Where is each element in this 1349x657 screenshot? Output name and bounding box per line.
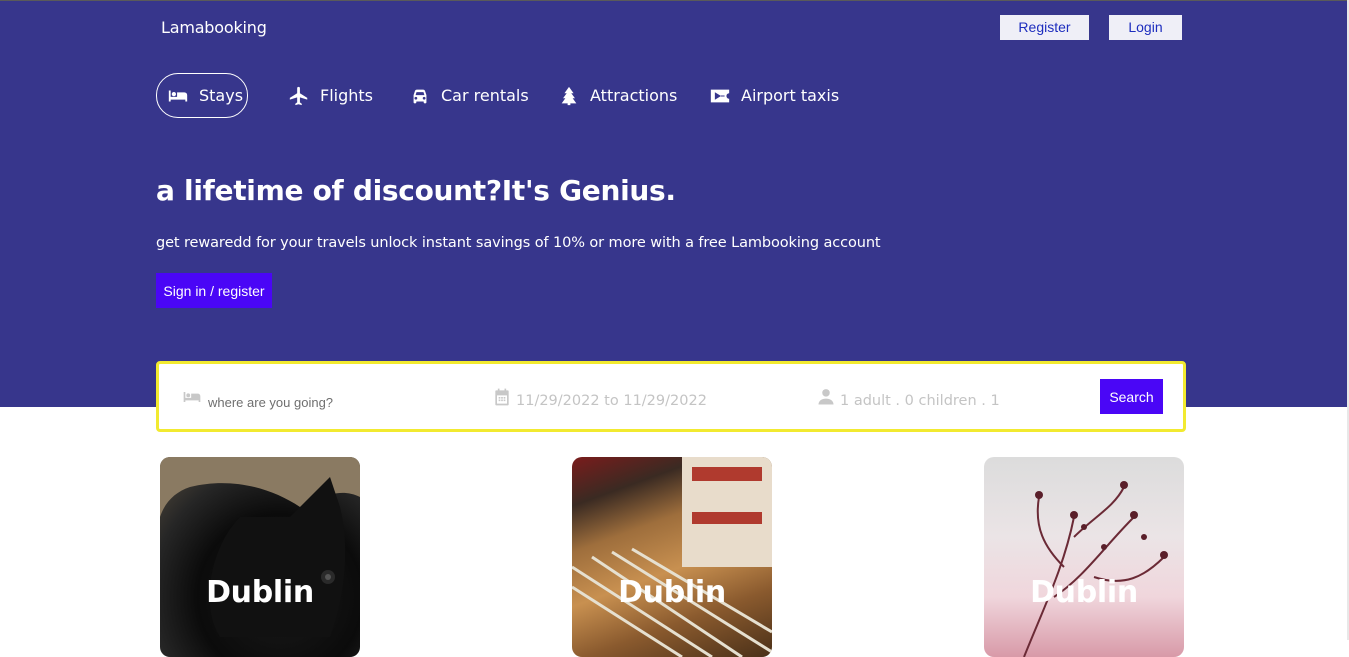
featured-image: [572, 457, 772, 657]
bed-icon: [167, 85, 189, 107]
featured-image: [160, 457, 360, 657]
city-name: Dublin: [206, 575, 314, 610]
nav-item-flights[interactable]: Flights: [288, 73, 373, 118]
destination-field[interactable]: [180, 364, 428, 429]
date-range-text[interactable]: 11/29/2022 to 11/29/2022: [516, 393, 707, 409]
search-bar: 11/29/2022 to 11/29/2022 1 adult . 0 chi…: [156, 361, 1186, 432]
nav-item-stays[interactable]: Stays: [156, 73, 248, 118]
hero-title: a lifetime of discount?It's Genius.: [156, 174, 676, 207]
city-name: Dublin: [618, 575, 726, 610]
nav-item-label: Flights: [320, 86, 373, 105]
car-icon: [409, 85, 431, 107]
plane-icon: [288, 85, 310, 107]
calendar-icon: [492, 386, 512, 408]
search-button[interactable]: Search: [1100, 379, 1163, 414]
options-text[interactable]: 1 adult . 0 children . 1: [840, 393, 1000, 409]
featured-card[interactable]: Dublin: [572, 457, 772, 657]
brand-logo[interactable]: Lamabooking: [161, 18, 267, 37]
taxi-ticket-icon: [709, 85, 731, 107]
featured-image: [984, 457, 1184, 657]
register-button[interactable]: Register: [1000, 15, 1089, 40]
date-field[interactable]: 11/29/2022 to 11/29/2022: [492, 364, 707, 429]
nav-item-airport-taxis[interactable]: Airport taxis: [709, 73, 839, 118]
hero-description: get rewaredd for your travels unlock ins…: [156, 235, 881, 251]
city-name: Dublin: [1030, 575, 1138, 610]
signin-register-button[interactable]: Sign in / register: [156, 273, 272, 308]
featured-card[interactable]: Dublin: [160, 457, 360, 657]
bed-icon: [180, 387, 204, 407]
login-button[interactable]: Login: [1109, 15, 1182, 40]
nav-item-label: Car rentals: [441, 86, 529, 105]
nav-item-label: Attractions: [590, 86, 678, 105]
nav-item-attractions[interactable]: Attractions: [558, 73, 677, 118]
destination-input[interactable]: [208, 395, 428, 410]
hero-header: Lamabooking Register Login Stays Flights…: [0, 0, 1349, 407]
featured-card[interactable]: Dublin: [984, 457, 1184, 657]
nav-item-label: Stays: [199, 86, 244, 105]
tree-icon: [558, 85, 580, 107]
options-field[interactable]: 1 adult . 0 children . 1: [816, 364, 1000, 429]
person-icon: [816, 387, 836, 407]
nav-item-label: Airport taxis: [741, 86, 840, 105]
nav-item-car-rentals[interactable]: Car rentals: [409, 73, 529, 118]
